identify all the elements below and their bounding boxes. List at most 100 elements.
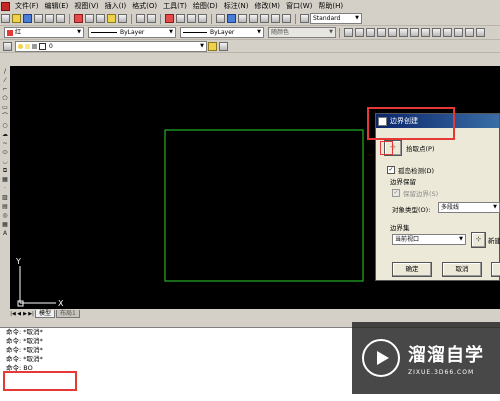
lineweight-preview	[183, 32, 207, 33]
cancel-button[interactable]: 取消	[442, 262, 482, 277]
cut-icon[interactable]	[74, 14, 83, 23]
spline-tool-icon[interactable]: ~	[2, 140, 9, 147]
paste-icon[interactable]	[96, 14, 105, 23]
polyline-tool-icon[interactable]: ⌐	[2, 86, 9, 93]
print-icon[interactable]	[34, 14, 43, 23]
zoom-previous-icon[interactable]	[198, 14, 207, 23]
object-type-dropdown[interactable]: 多段线 ▼	[438, 202, 500, 213]
array-icon[interactable]	[399, 28, 408, 37]
block-editor-icon[interactable]	[118, 14, 127, 23]
point-tool-icon[interactable]: ·	[2, 185, 9, 192]
tab-layout1[interactable]: 布局1	[56, 309, 80, 318]
fillet-icon[interactable]	[476, 28, 485, 37]
copy-object-icon[interactable]	[366, 28, 375, 37]
layer-manager-icon[interactable]	[3, 41, 12, 51]
print-preview-icon[interactable]	[45, 14, 54, 23]
menu-insert[interactable]: 插入(I)	[102, 1, 130, 11]
rectangle-tool-icon[interactable]: ▭	[2, 104, 9, 111]
hatch-tool-icon[interactable]: ▨	[2, 194, 9, 201]
chevron-down-icon: ▼	[329, 29, 333, 35]
color-value: 红	[15, 29, 22, 36]
object-type-label: 对象类型(O):	[392, 206, 431, 214]
design-center-icon[interactable]	[227, 14, 236, 23]
menu-modify[interactable]: 修改(M)	[251, 1, 283, 11]
offset-icon[interactable]	[388, 28, 397, 37]
zoom-window-icon[interactable]	[187, 14, 196, 23]
lineweight-control-dropdown[interactable]: ByLayer ▼	[180, 27, 264, 38]
menu-tools[interactable]: 工具(T)	[160, 1, 190, 11]
trim-icon[interactable]	[454, 28, 463, 37]
mtext-tool-icon[interactable]: A	[2, 230, 9, 237]
move-icon[interactable]	[410, 28, 419, 37]
last-tab-icon[interactable]: ▶|	[28, 311, 34, 317]
retain-boundaries-checkbox[interactable]: ✓	[392, 189, 400, 197]
erase-icon[interactable]	[355, 28, 364, 37]
construction-line-icon[interactable]: ⁄	[2, 77, 9, 84]
color-control-dropdown[interactable]: 红 ▼	[4, 27, 84, 38]
menu-file[interactable]: 文件(F)	[12, 1, 42, 11]
rotate-icon[interactable]	[421, 28, 430, 37]
markup-icon[interactable]	[260, 14, 269, 23]
menu-edit[interactable]: 编辑(E)	[42, 1, 72, 11]
menu-view[interactable]: 视图(V)	[71, 1, 101, 11]
circle-tool-icon[interactable]: ○	[2, 122, 9, 129]
green-rectangle[interactable]	[164, 129, 364, 282]
stretch-icon[interactable]	[443, 28, 452, 37]
sheet-set-icon[interactable]	[249, 14, 258, 23]
table-tool-icon[interactable]: ▦	[2, 221, 9, 228]
properties-icon[interactable]	[216, 14, 225, 23]
layer-previous-icon[interactable]	[219, 41, 228, 51]
menu-draw[interactable]: 绘图(D)	[190, 1, 221, 11]
watermark-text: 溜溜自学 ZIXUE.3D66.COM	[408, 341, 484, 376]
ellipse-tool-icon[interactable]: ⬭	[2, 149, 9, 156]
ellipse-arc-tool-icon[interactable]: ◡	[2, 158, 9, 165]
revcloud-tool-icon[interactable]: ☁	[2, 131, 9, 138]
menu-format[interactable]: 格式(O)	[129, 1, 160, 11]
command-highlight-box	[3, 371, 77, 391]
arc-tool-icon[interactable]: ⌒	[2, 113, 9, 120]
mirror-icon[interactable]	[377, 28, 386, 37]
extend-icon[interactable]	[465, 28, 474, 37]
pick-points-label: 拾取点(P)	[406, 145, 435, 153]
insert-block-icon[interactable]: ⧉	[2, 167, 9, 174]
boundary-set-label: 边界集	[390, 224, 410, 232]
polygon-tool-icon[interactable]: ⬠	[2, 95, 9, 102]
open-file-icon[interactable]	[12, 14, 21, 23]
island-detection-row[interactable]: ✓ 孤岛检测(D)	[387, 165, 434, 175]
pan-icon[interactable]	[165, 14, 174, 23]
new-file-icon[interactable]	[1, 14, 10, 23]
layer-dropdown[interactable]: 0 ▼	[15, 40, 207, 52]
retain-boundaries-row[interactable]: ✓ 保留边界(S)	[392, 188, 438, 198]
draw-line-icon[interactable]	[344, 28, 353, 37]
menu-help[interactable]: 帮助(H)	[315, 1, 346, 11]
tab-model[interactable]: 模型	[35, 309, 56, 318]
scale-icon[interactable]	[432, 28, 441, 37]
help-button[interactable]	[491, 262, 500, 277]
undo-icon[interactable]	[136, 14, 145, 23]
region-tool-icon[interactable]: ◎	[2, 212, 9, 219]
save-icon[interactable]	[23, 14, 32, 23]
redo-icon[interactable]	[147, 14, 156, 23]
standard-toolbar: Standard ▼	[0, 12, 500, 26]
new-boundary-set-button[interactable]: ⊹	[471, 232, 486, 248]
line-tool-icon[interactable]: /	[2, 68, 9, 75]
chevron-down-icon: ▼	[493, 204, 497, 210]
boundary-set-dropdown[interactable]: 当前视口 ▼	[392, 234, 466, 245]
publish-icon[interactable]	[56, 14, 65, 23]
quickcalc-icon[interactable]	[271, 14, 280, 23]
plotstyle-control-dropdown[interactable]: 随颜色 ▼	[268, 27, 336, 38]
ok-button[interactable]: 确定	[392, 262, 432, 277]
linetype-control-dropdown[interactable]: ByLayer ▼	[88, 27, 176, 38]
make-object-layer-current-icon[interactable]	[208, 41, 217, 51]
make-block-icon[interactable]: ▦	[2, 176, 9, 183]
menu-window[interactable]: 窗口(W)	[283, 1, 315, 11]
gradient-tool-icon[interactable]: ▤	[2, 203, 9, 210]
island-detection-checkbox[interactable]: ✓	[387, 166, 395, 174]
menu-dimension[interactable]: 标注(N)	[221, 1, 252, 11]
tool-palettes-icon[interactable]	[238, 14, 247, 23]
zoom-realtime-icon[interactable]	[176, 14, 185, 23]
match-properties-icon[interactable]	[107, 14, 116, 23]
copy-icon[interactable]	[85, 14, 94, 23]
help-icon[interactable]	[282, 14, 291, 23]
text-style-dropdown[interactable]: Standard ▼	[310, 13, 362, 24]
